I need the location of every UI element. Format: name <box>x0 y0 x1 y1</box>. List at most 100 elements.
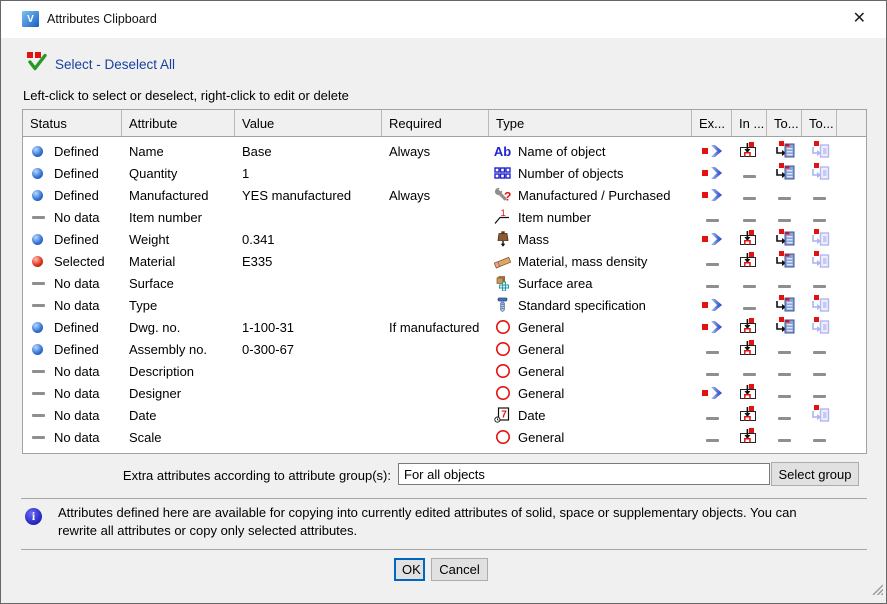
to-drawing-cell[interactable] <box>767 426 802 448</box>
varicad-logo-icon: V <box>22 11 39 27</box>
to-drawing-cell[interactable] <box>767 162 802 184</box>
type-cell: Material, mass density <box>489 250 692 272</box>
export-cell[interactable] <box>692 206 732 228</box>
export-cell[interactable] <box>692 162 732 184</box>
import-cell[interactable] <box>732 162 767 184</box>
import-cell[interactable] <box>732 228 767 250</box>
export-cell[interactable] <box>692 250 732 272</box>
export-cell[interactable] <box>692 338 732 360</box>
table-row[interactable]: SelectedMaterialE335Material, mass densi… <box>23 250 866 272</box>
column-header-value[interactable]: Value <box>235 110 382 136</box>
table-row[interactable]: DefinedWeight0.341Mass <box>23 228 866 250</box>
import-cell[interactable] <box>732 184 767 206</box>
import-cell[interactable] <box>732 250 767 272</box>
spare-cell <box>837 184 866 206</box>
export-cell[interactable] <box>692 294 732 316</box>
status-label: Selected <box>54 254 105 269</box>
table-row[interactable]: No dataTypeStandard specification <box>23 294 866 316</box>
to-drawing-cell[interactable] <box>767 206 802 228</box>
to-space-cell[interactable] <box>802 272 837 294</box>
import-cell[interactable] <box>732 426 767 448</box>
select-group-button[interactable]: Select group <box>771 462 859 486</box>
column-header-ex[interactable]: Ex... <box>692 110 732 136</box>
table-row[interactable]: No dataDesignerGeneral <box>23 382 866 404</box>
to-space-cell[interactable] <box>802 426 837 448</box>
to-drawing-cell[interactable] <box>767 404 802 426</box>
cancel-button[interactable]: Cancel <box>431 558 488 581</box>
to-space-cell[interactable] <box>802 404 837 426</box>
column-header-in[interactable]: In ... <box>732 110 767 136</box>
import-cell[interactable] <box>732 360 767 382</box>
table-row[interactable]: DefinedDwg. no.1-100-31If manufacturedGe… <box>23 316 866 338</box>
to-space-cell[interactable] <box>802 206 837 228</box>
column-header-type[interactable]: Type <box>489 110 692 136</box>
import-cell[interactable] <box>732 272 767 294</box>
export-cell[interactable] <box>692 360 732 382</box>
to-space-cell[interactable] <box>802 338 837 360</box>
table-row[interactable]: No dataScaleGeneral <box>23 426 866 448</box>
separator-bottom <box>21 549 867 550</box>
to-space-cell[interactable] <box>802 382 837 404</box>
table-row[interactable]: No dataSurfaceSurface area <box>23 272 866 294</box>
to-drawing-cell[interactable] <box>767 316 802 338</box>
table-row[interactable]: DefinedManufacturedYES manufacturedAlway… <box>23 184 866 206</box>
to-space-cell[interactable] <box>802 162 837 184</box>
table-row[interactable]: No dataItem number1Item number <box>23 206 866 228</box>
to-drawing-cell[interactable] <box>767 228 802 250</box>
column-header-required[interactable]: Required <box>382 110 489 136</box>
to-space-cell[interactable] <box>802 360 837 382</box>
export-cell[interactable] <box>692 228 732 250</box>
title-bar[interactable]: V Attributes Clipboard ✕ <box>1 1 886 38</box>
export-cell[interactable] <box>692 382 732 404</box>
to-space-cell[interactable] <box>802 184 837 206</box>
no-to-space-dash-icon <box>813 210 826 225</box>
status-cell: Defined <box>23 316 122 338</box>
to-drawing-cell[interactable] <box>767 382 802 404</box>
table-row[interactable]: DefinedAssembly no.0-300-67General <box>23 338 866 360</box>
import-cell[interactable] <box>732 338 767 360</box>
column-header-to[interactable]: To... <box>802 110 837 136</box>
table-row[interactable]: DefinedQuantity1Number of objects <box>23 162 866 184</box>
import-cell[interactable] <box>732 316 767 338</box>
to-drawing-cell[interactable] <box>767 272 802 294</box>
table-row[interactable]: DefinedNameBaseAlwaysAbName of object <box>23 140 866 162</box>
no-to-drawing-dash-icon <box>778 408 791 423</box>
export-cell[interactable] <box>692 272 732 294</box>
attribute-group-input[interactable] <box>398 463 770 485</box>
import-cell[interactable] <box>732 294 767 316</box>
column-header-to[interactable]: To... <box>767 110 802 136</box>
to-space-cell[interactable] <box>802 294 837 316</box>
select-deselect-all-button[interactable]: Select - Deselect All <box>27 52 175 77</box>
table-row[interactable]: No dataDescriptionGeneral <box>23 360 866 382</box>
import-box-icon <box>739 318 761 337</box>
to-space-cell[interactable] <box>802 140 837 162</box>
required-cell <box>382 272 489 294</box>
resize-grip[interactable] <box>872 582 883 600</box>
export-cell[interactable] <box>692 184 732 206</box>
to-drawing-cell[interactable] <box>767 250 802 272</box>
to-drawing-cell[interactable] <box>767 360 802 382</box>
import-cell[interactable] <box>732 404 767 426</box>
status-cell: No data <box>23 272 122 294</box>
table-row[interactable]: No dataDate7Date <box>23 404 866 426</box>
import-cell[interactable] <box>732 206 767 228</box>
to-space-cell[interactable] <box>802 316 837 338</box>
close-icon[interactable]: ✕ <box>853 10 866 28</box>
ok-button[interactable]: OK <box>394 558 425 581</box>
column-header-attribute[interactable]: Attribute <box>122 110 235 136</box>
export-cell[interactable] <box>692 140 732 162</box>
column-header-status[interactable]: Status <box>23 110 122 136</box>
to-drawing-cell[interactable] <box>767 338 802 360</box>
export-cell[interactable] <box>692 404 732 426</box>
import-cell[interactable] <box>732 140 767 162</box>
status-label: No data <box>54 276 100 291</box>
export-transfer-icon <box>702 387 722 399</box>
import-cell[interactable] <box>732 382 767 404</box>
to-drawing-cell[interactable] <box>767 294 802 316</box>
to-space-cell[interactable] <box>802 228 837 250</box>
to-drawing-cell[interactable] <box>767 140 802 162</box>
to-drawing-cell[interactable] <box>767 184 802 206</box>
export-cell[interactable] <box>692 316 732 338</box>
to-space-cell[interactable] <box>802 250 837 272</box>
export-cell[interactable] <box>692 426 732 448</box>
